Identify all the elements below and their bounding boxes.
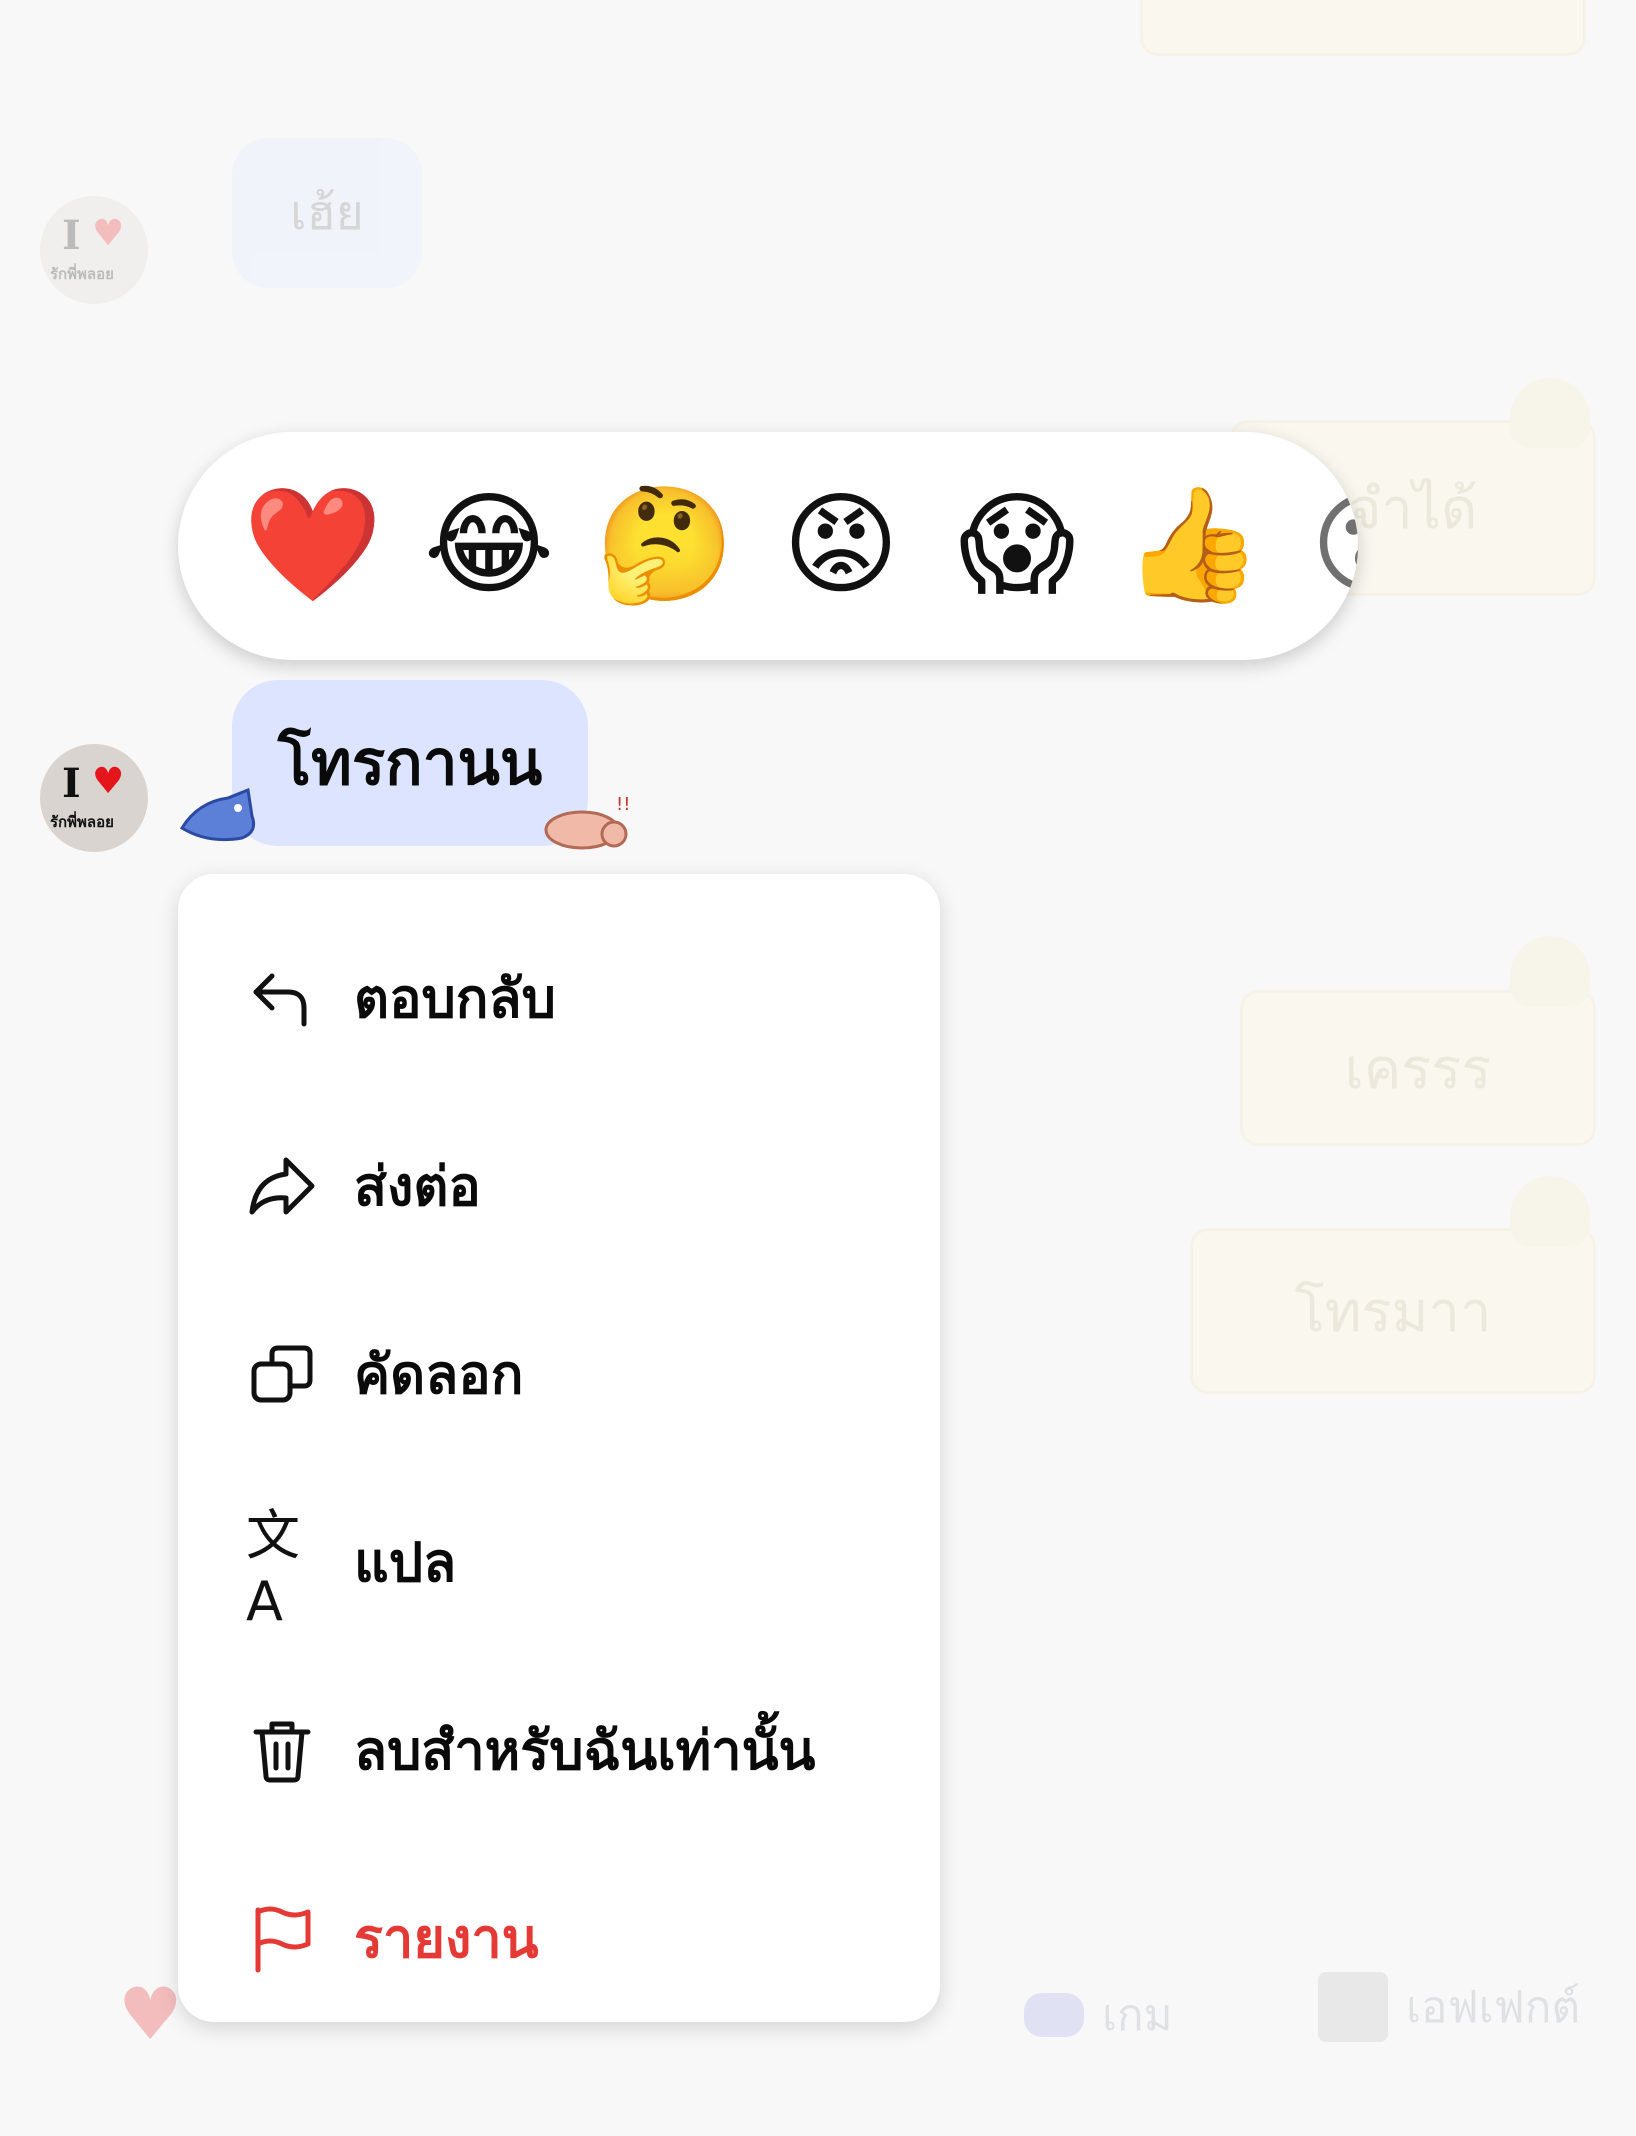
reaction-thumbs-up[interactable]: 👍 <box>1118 470 1268 620</box>
reaction-bar: ❤️ 😂 🤔 😡 😱 👍 😮 <box>178 432 1358 660</box>
reaction-thinking[interactable]: 🤔 <box>590 470 740 620</box>
message-context-menu: ตอบกลับ ส่งต่อ คัดลอก 文A แปล ลบสำหรับฉัน… <box>178 874 940 2022</box>
menu-item-copy[interactable]: คัดลอก <box>178 1280 940 1468</box>
menu-item-reply[interactable]: ตอบกลับ <box>178 904 940 1092</box>
pig-sticker: !! <box>544 794 630 850</box>
copy-icon <box>246 1338 318 1410</box>
reaction-surprised[interactable]: 😮 <box>1294 470 1358 620</box>
flag-icon <box>246 1902 318 1974</box>
reaction-angry[interactable]: 😡 <box>766 470 916 620</box>
reaction-heart[interactable]: ❤️ <box>238 470 388 620</box>
message-text: โทรกานน <box>277 726 543 799</box>
forward-icon <box>246 1150 318 1222</box>
sender-avatar[interactable]: I ♥ รักพี่พลอย <box>40 744 148 852</box>
svg-text:!!: !! <box>616 794 630 815</box>
menu-item-report[interactable]: รายงาน <box>178 1844 940 2032</box>
trash-icon <box>246 1714 318 1786</box>
menu-item-delete-for-me[interactable]: ลบสำหรับฉันเท่านั้น <box>178 1656 940 1844</box>
translate-icon: 文A <box>246 1504 300 1633</box>
menu-item-translate[interactable]: 文A แปล <box>178 1468 940 1656</box>
shark-sticker <box>179 788 256 842</box>
reaction-laughing[interactable]: 😂 <box>414 470 564 620</box>
menu-item-forward[interactable]: ส่งต่อ <box>178 1092 940 1280</box>
reply-icon <box>246 962 318 1034</box>
reaction-screaming[interactable]: 😱 <box>942 470 1092 620</box>
